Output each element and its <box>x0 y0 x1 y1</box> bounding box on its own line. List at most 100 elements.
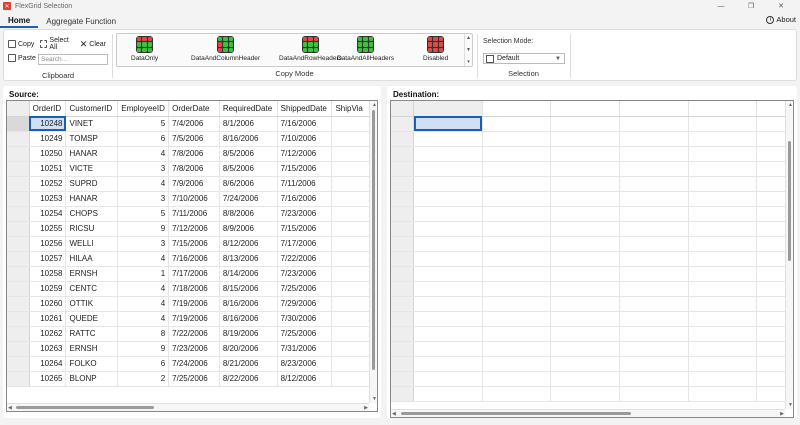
table-cell[interactable]: 7/8/2006 <box>168 161 220 177</box>
table-row[interactable] <box>391 251 793 267</box>
table-cell[interactable] <box>482 236 552 252</box>
table-row[interactable]: 10255RICSU97/12/20068/9/20067/15/20063 <box>7 221 377 237</box>
row-header[interactable] <box>391 236 415 252</box>
table-cell[interactable]: 7/23/2006 <box>168 341 220 357</box>
row-header[interactable] <box>7 176 30 192</box>
row-header[interactable] <box>7 251 30 267</box>
column-header[interactable] <box>550 101 621 117</box>
row-header[interactable] <box>7 206 30 222</box>
row-header[interactable] <box>7 356 30 372</box>
table-cell[interactable]: 8/13/2006 <box>219 251 278 267</box>
table-cell[interactable]: 7/15/2006 <box>277 221 333 237</box>
table-cell[interactable]: 7/24/2006 <box>168 356 220 372</box>
copy-mode-data-and-all-headers[interactable]: DataAndAllHeaders <box>337 36 394 62</box>
table-cell[interactable]: 10263 <box>29 341 67 357</box>
row-header[interactable] <box>391 191 415 207</box>
table-cell[interactable]: 10248 <box>29 116 67 132</box>
table-cell[interactable] <box>550 176 621 192</box>
table-cell[interactable]: 8/5/2006 <box>219 161 278 177</box>
minimize-button[interactable]: — <box>706 0 736 12</box>
table-cell[interactable] <box>482 356 552 372</box>
column-header[interactable] <box>688 101 758 117</box>
table-cell[interactable]: 10253 <box>29 191 67 207</box>
row-header[interactable] <box>391 266 415 282</box>
scroll-left-icon[interactable]: ◀ <box>8 405 12 411</box>
table-cell[interactable]: 10255 <box>29 221 67 237</box>
table-cell[interactable] <box>550 221 621 237</box>
table-cell[interactable]: TOMSP <box>65 131 119 147</box>
gallery-scroll[interactable]: ▲ ▼ ▾ <box>464 34 472 66</box>
row-header[interactable] <box>7 296 30 312</box>
table-cell[interactable] <box>619 236 689 252</box>
copy-mode-dataonly[interactable]: DataOnly <box>131 36 158 62</box>
table-row[interactable]: 10252SUPRD47/9/20068/6/20067/11/20062 <box>7 176 377 192</box>
table-cell[interactable] <box>619 191 689 207</box>
table-cell[interactable]: 4 <box>117 146 170 162</box>
table-cell[interactable]: 8/5/2006 <box>219 146 278 162</box>
table-cell[interactable] <box>619 341 689 357</box>
table-cell[interactable]: 7/16/2006 <box>277 116 333 132</box>
table-cell[interactable]: 10252 <box>29 176 67 192</box>
table-cell[interactable] <box>550 236 621 252</box>
table-cell[interactable] <box>619 221 689 237</box>
table-cell[interactable] <box>688 371 758 387</box>
table-row[interactable] <box>391 131 793 147</box>
table-cell[interactable]: RATTC <box>65 326 119 342</box>
table-cell[interactable]: 10264 <box>29 356 67 372</box>
table-cell[interactable]: 10261 <box>29 311 67 327</box>
copy-mode-data-and-column-header[interactable]: DataAndColumnHeader <box>191 36 260 62</box>
destination-vertical-scrollbar[interactable]: ▲ ▼ <box>785 101 793 409</box>
table-row[interactable]: 10249TOMSP67/5/20068/16/20067/10/20061 <box>7 131 377 147</box>
row-header[interactable] <box>391 251 415 267</box>
table-cell[interactable]: 7/25/2006 <box>168 371 220 387</box>
table-row[interactable]: 10257HILAA47/16/20068/13/20067/22/20063 <box>7 251 377 267</box>
table-cell[interactable] <box>688 221 758 237</box>
table-cell[interactable]: 8/23/2006 <box>277 356 333 372</box>
table-cell[interactable]: 10256 <box>29 236 67 252</box>
table-cell[interactable]: 1 <box>117 266 170 282</box>
row-header[interactable] <box>391 146 415 162</box>
row-header[interactable] <box>7 341 30 357</box>
table-cell[interactable]: 7/15/2006 <box>168 236 220 252</box>
table-cell[interactable]: 8/19/2006 <box>219 326 278 342</box>
table-row[interactable] <box>391 356 793 372</box>
column-header[interactable]: OrderID <box>29 101 67 117</box>
table-cell[interactable]: 7/16/2006 <box>277 191 333 207</box>
table-row[interactable] <box>391 281 793 297</box>
search-input[interactable]: Search... <box>38 54 108 65</box>
row-header[interactable] <box>7 146 30 162</box>
table-row[interactable] <box>391 296 793 312</box>
table-cell[interactable] <box>619 206 689 222</box>
table-row[interactable]: 10259CENTC47/18/20068/15/20067/25/20063 <box>7 281 377 297</box>
table-cell[interactable]: 8/14/2006 <box>219 266 278 282</box>
table-cell[interactable]: 8/20/2006 <box>219 341 278 357</box>
chevron-down-icon[interactable]: ▼ <box>466 47 471 53</box>
table-cell[interactable]: 5 <box>117 116 170 132</box>
table-cell[interactable] <box>619 131 689 147</box>
table-cell[interactable] <box>482 311 552 327</box>
table-cell[interactable] <box>688 236 758 252</box>
source-vertical-scrollbar[interactable]: ▲ ▼ <box>369 101 377 403</box>
table-cell[interactable] <box>482 146 552 162</box>
table-cell[interactable]: 7/22/2006 <box>168 326 220 342</box>
table-cell[interactable] <box>688 176 758 192</box>
table-row[interactable] <box>391 221 793 237</box>
row-header[interactable] <box>391 386 415 402</box>
row-header[interactable] <box>7 116 30 132</box>
table-cell[interactable]: ERNSH <box>65 341 119 357</box>
table-cell[interactable]: 8/21/2006 <box>219 356 278 372</box>
table-cell[interactable]: 7/23/2006 <box>277 206 333 222</box>
row-header[interactable] <box>7 221 30 237</box>
table-row[interactable]: 10262RATTC87/22/20068/19/20067/25/20063 <box>7 326 377 342</box>
table-row[interactable] <box>391 311 793 327</box>
table-cell[interactable] <box>482 176 552 192</box>
table-cell[interactable]: 8/8/2006 <box>219 206 278 222</box>
table-cell[interactable]: 10262 <box>29 326 67 342</box>
row-header[interactable] <box>7 281 30 297</box>
table-cell[interactable]: 4 <box>117 296 170 312</box>
row-header[interactable] <box>391 131 415 147</box>
column-header[interactable] <box>619 101 689 117</box>
table-cell[interactable]: 10260 <box>29 296 67 312</box>
table-cell[interactable]: 7/15/2006 <box>277 161 333 177</box>
table-cell[interactable] <box>482 296 552 312</box>
